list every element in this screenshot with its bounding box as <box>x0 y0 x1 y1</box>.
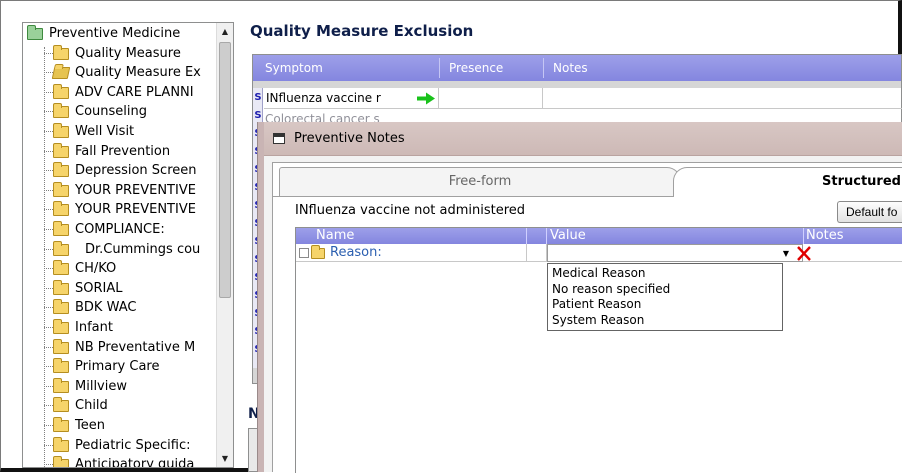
notes-column-header[interactable]: Notes <box>553 61 588 75</box>
tree-item-label: Dr.Cummings cou <box>85 241 201 257</box>
presence-column-header[interactable]: Presence <box>449 61 503 75</box>
reason-dropdown-list: Medical Reason No reason specified Patie… <box>547 263 783 331</box>
tree-item-label: Quality Measure <box>75 45 181 61</box>
dialog-title: Preventive Notes <box>294 131 405 146</box>
dialog-body: Free-form Structured INfluenza vaccine n… <box>272 162 902 473</box>
tab-divider <box>273 196 673 197</box>
tree-item-label: Primary Care <box>75 359 160 375</box>
preventive-tree: Preventive Medicine Quality Measure Qualit… <box>22 22 234 468</box>
folder-icon <box>53 299 69 315</box>
folder-icon <box>53 83 69 99</box>
row-marker: S <box>254 92 262 103</box>
tree-item-label: Preventive Medicine <box>49 26 181 41</box>
tree-item-label: Infant <box>75 320 113 335</box>
folder-icon <box>53 358 69 374</box>
folder-icon <box>53 181 69 197</box>
page-title: Quality Measure Exclusion <box>250 22 474 40</box>
tree-item-label: Well Visit <box>75 124 135 139</box>
folder-icon <box>53 221 69 236</box>
folder-icon <box>311 245 325 259</box>
tab-freeform[interactable]: Free-form <box>279 167 681 197</box>
folder-icon <box>53 397 69 413</box>
scroll-up-icon[interactable]: ▲ <box>217 23 233 40</box>
dialog-titlebar[interactable]: Preventive Notes <box>264 122 902 156</box>
notes-column-header[interactable]: Notes <box>806 228 844 244</box>
symptom-cell[interactable]: INfluenza vaccine r <box>266 88 426 109</box>
symptom-column-header[interactable]: Symptom <box>265 61 323 75</box>
folder-icon <box>53 103 69 119</box>
tree-item-label: Fall Prevention <box>75 143 171 159</box>
dropdown-option[interactable]: Patient Reason <box>552 297 782 313</box>
scroll-thumb[interactable] <box>219 42 231 298</box>
default-button[interactable]: Default fo <box>837 201 902 223</box>
tree-item-label: NB Preventative M <box>75 339 196 355</box>
folder-icon <box>53 417 69 432</box>
preventive-notes-dialog: Preventive Notes Free-form Structured IN… <box>258 122 902 473</box>
folder-icon <box>53 338 69 354</box>
folder-icon <box>53 44 69 60</box>
tree-item-label: Counseling <box>75 104 147 120</box>
tree-item-label: BDK WAC <box>75 300 137 316</box>
tree-item-label: Millview <box>75 378 127 394</box>
item-title: INfluenza vaccine not administered <box>295 203 526 218</box>
symptom-grid-header: Symptom Presence Notes <box>253 55 901 81</box>
folder-icon <box>27 25 43 40</box>
delete-icon[interactable] <box>796 245 812 262</box>
tree-item-label: Anticipatory guida <box>75 457 195 468</box>
folder-icon <box>51 67 71 80</box>
window-icon <box>273 133 285 144</box>
folder-icon <box>53 377 69 393</box>
folder-icon <box>53 260 69 276</box>
folder-icon <box>53 123 69 138</box>
structured-grid-header: Name Value Notes <box>296 228 902 244</box>
folder-icon <box>53 162 69 178</box>
dropdown-option[interactable]: Medical Reason <box>552 266 782 282</box>
reason-value-select[interactable]: ▼ <box>547 244 811 262</box>
folder-icon <box>53 201 69 217</box>
expand-checkbox[interactable] <box>299 248 309 258</box>
folder-icon <box>53 319 69 334</box>
folder-icon <box>53 240 69 256</box>
folder-icon <box>53 436 69 452</box>
chevron-down-icon[interactable]: ▼ <box>780 248 792 260</box>
tree-item-label: Child <box>75 398 108 414</box>
scroll-down-icon[interactable]: ▼ <box>217 450 233 467</box>
folder-icon <box>53 279 69 295</box>
tree-item-label: CH/KO <box>75 261 117 277</box>
tree-item-label: YOUR PREVENTIVE <box>75 182 196 198</box>
tree-item-label: Pediatric Specific: <box>75 437 191 453</box>
tree-item-label: Teen <box>75 418 105 433</box>
dropdown-option[interactable]: No reason specified <box>552 282 782 298</box>
name-column-header[interactable]: Name <box>316 228 354 244</box>
tree-item-label: YOUR PREVENTIVE <box>75 202 196 218</box>
table-row[interactable]: Reason: ▼ <box>296 244 902 262</box>
value-column-header[interactable]: Value <box>550 228 586 244</box>
structured-grid: Name Value Notes Reason: ▼ Medical Reaso… <box>295 227 902 473</box>
tree-item-label: Depression Screen <box>75 163 197 179</box>
tree-item-label: ADV CARE PLANNI <box>75 84 194 100</box>
folder-icon <box>53 142 69 158</box>
tree-item-label: Quality Measure Ex <box>75 65 201 81</box>
tree-scrollbar[interactable]: ▲ ▼ <box>216 23 233 467</box>
table-row[interactable]: INfluenza vaccine r <box>264 88 902 109</box>
tab-structured[interactable]: Structured <box>673 167 902 197</box>
green-arrow-icon[interactable] <box>416 92 436 105</box>
folder-icon <box>53 456 69 467</box>
tree-item-label: COMPLIANCE: <box>75 222 165 237</box>
tree-item-label: SORIAL <box>75 280 123 296</box>
reason-label: Reason: <box>330 245 382 260</box>
dropdown-option[interactable]: System Reason <box>552 313 782 329</box>
